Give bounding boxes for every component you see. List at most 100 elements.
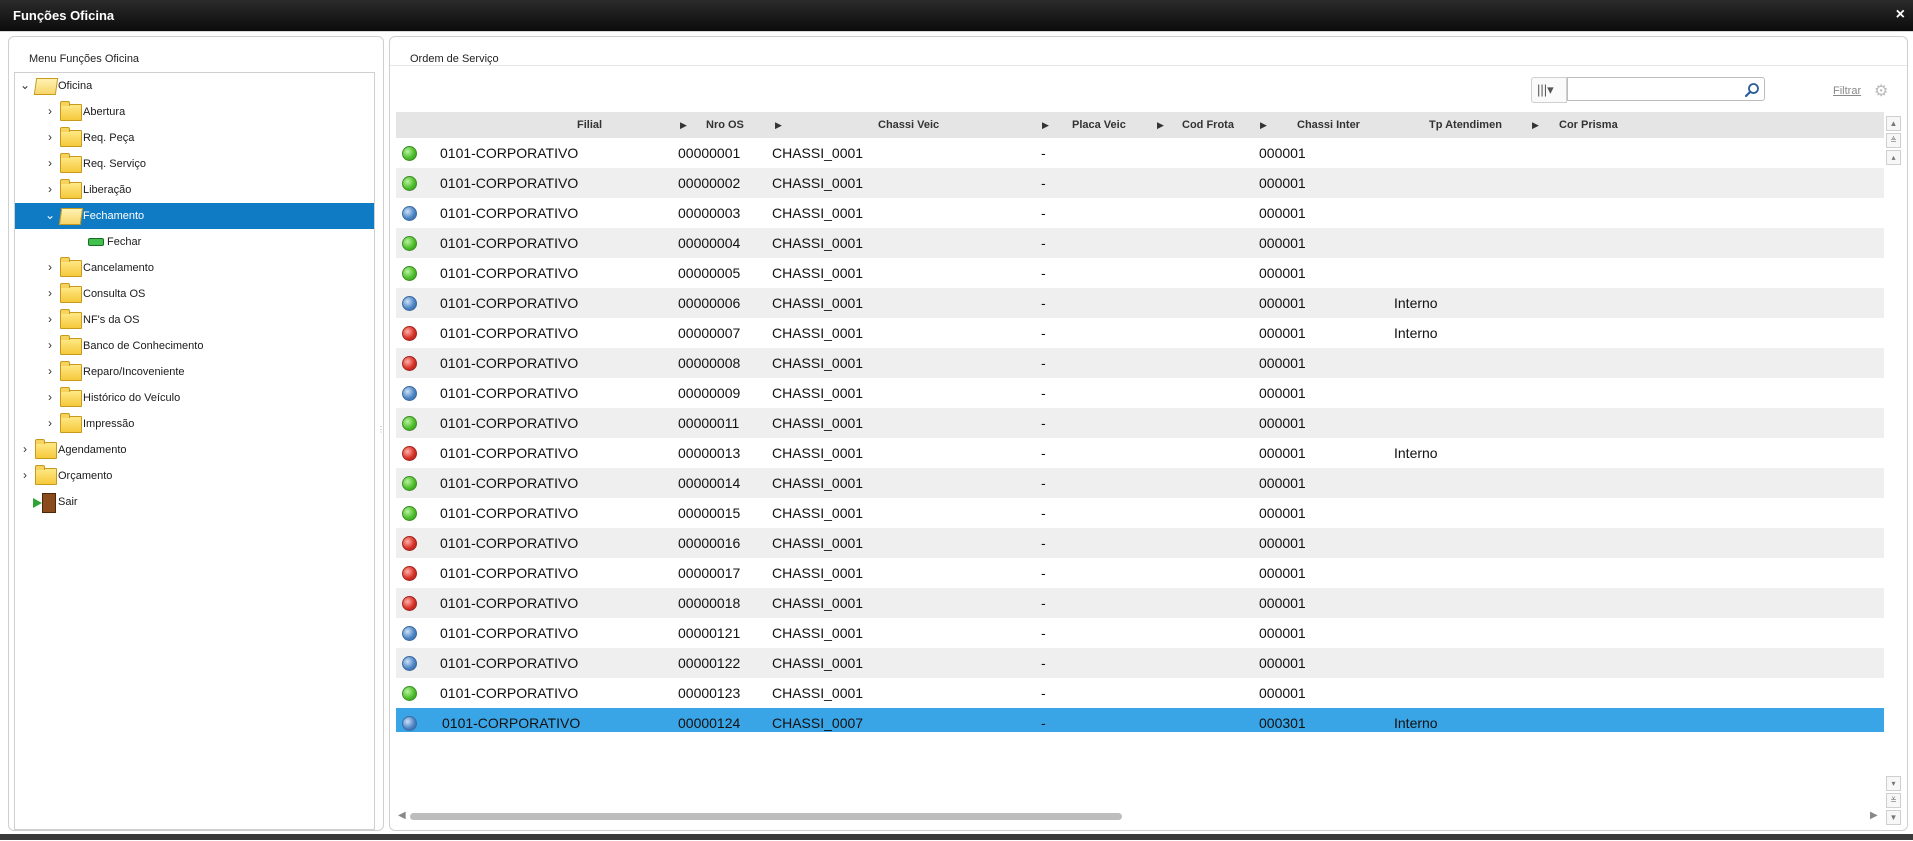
column-header-placa-veic[interactable]: Placa Veic <box>1072 119 1126 131</box>
cell-placa-veic: - <box>1041 715 1046 731</box>
tree-item-sair[interactable]: Sair <box>15 489 374 515</box>
tree-item-banco-de-conhecimento[interactable]: › Banco de Conhecimento <box>15 333 374 359</box>
column-arrow-icon[interactable]: ▶ <box>775 120 782 131</box>
column-picker-button[interactable]: |||▾ <box>1531 77 1567 103</box>
chevron-right-icon[interactable]: › <box>45 131 55 143</box>
tree-item-req-servi-o[interactable]: › Req. Serviço <box>15 151 374 177</box>
tree-item-hist-rico-do-ve-culo[interactable]: › Histórico do Veículo <box>15 385 374 411</box>
status-green-icon <box>402 266 417 281</box>
column-header-cod-frota[interactable]: Cod Frota <box>1182 119 1234 131</box>
column-header-chassi-inter[interactable]: Chassi Inter <box>1297 119 1360 131</box>
column-arrow-icon[interactable]: ▶ <box>1157 120 1164 131</box>
tree-item-reparo-incoveniente[interactable]: › Reparo/Incoveniente <box>15 359 374 385</box>
tree-item-req-pe-a[interactable]: › Req. Peça <box>15 125 374 151</box>
tree-item-cancelamento[interactable]: › Cancelamento <box>15 255 374 281</box>
gear-icon[interactable]: ⚙ <box>1874 81 1888 101</box>
cell-chassi-veic: CHASSI_0001 <box>772 505 864 521</box>
search-input[interactable] <box>1567 77 1765 101</box>
scroll-page-down-icon[interactable]: ≚ <box>1886 793 1901 808</box>
cell-placa-veic: - <box>1041 625 1046 641</box>
scroll-down-icon[interactable]: ▾ <box>1886 776 1901 791</box>
tree-item-abertura[interactable]: › Abertura <box>15 99 374 125</box>
scroll-bottom-icon[interactable]: ▼ <box>1886 810 1901 825</box>
column-arrow-icon[interactable]: ▶ <box>680 120 687 131</box>
vertical-scrollbar[interactable]: ▲ ≜ ▴ ▾ ≚ ▼ <box>1884 112 1902 828</box>
table-row[interactable]: 0101-CORPORATIVO 00000004 CHASSI_0001 - 0000… <box>396 228 1884 258</box>
column-header-tp-atendimen[interactable]: Tp Atendimen <box>1429 119 1502 131</box>
chevron-right-icon[interactable]: › <box>45 391 55 403</box>
chevron-right-icon[interactable]: › <box>45 313 55 325</box>
cell-tp-atendimen: Interno <box>1394 715 1438 731</box>
chevron-right-icon[interactable]: › <box>45 183 55 195</box>
horizontal-scroll-thumb[interactable] <box>410 813 1122 820</box>
table-row[interactable]: 0101-CORPORATIVO 00000014 CHASSI_0001 - 0000… <box>396 468 1884 498</box>
table-row[interactable]: 0101-CORPORATIVO 00000009 CHASSI_0001 - 0000… <box>396 378 1884 408</box>
tree-item-consulta-os[interactable]: › Consulta OS <box>15 281 374 307</box>
chevron-right-icon[interactable]: › <box>45 417 55 429</box>
tree-item-fechar[interactable]: Fechar <box>15 229 374 255</box>
splitter-handle[interactable]: ⋮ <box>377 425 385 435</box>
chevron-right-icon[interactable]: › <box>45 157 55 169</box>
tree-item-fechamento[interactable]: ⌄ Fechamento <box>15 203 374 229</box>
column-arrow-icon[interactable]: ▶ <box>1260 120 1267 131</box>
column-header-nro-os[interactable]: Nro OS <box>706 119 744 131</box>
column-arrow-icon[interactable]: ▶ <box>1532 120 1539 131</box>
table-row[interactable]: 0101-CORPORATIVO 00000017 CHASSI_0001 - 0000… <box>396 558 1884 588</box>
scroll-page-up-icon[interactable]: ≜ <box>1886 133 1901 148</box>
table-row[interactable]: 0101-CORPORATIVO 00000005 CHASSI_0001 - 0000… <box>396 258 1884 288</box>
chevron-right-icon[interactable]: › <box>45 339 55 351</box>
filter-link[interactable]: Filtrar <box>1833 85 1861 97</box>
chevron-right-icon[interactable]: › <box>45 105 55 117</box>
table-row[interactable]: 0101-CORPORATIVO 00000122 CHASSI_0001 - 0000… <box>396 648 1884 678</box>
table-row[interactable]: 0101-CORPORATIVO 00000124 CHASSI_0007 - 0003… <box>396 708 1884 732</box>
chevron-right-icon[interactable]: › <box>20 443 30 455</box>
chevron-right-icon[interactable]: › <box>45 287 55 299</box>
horizontal-scrollbar[interactable]: ◀ ▶ <box>396 809 1884 823</box>
close-icon[interactable]: × <box>1896 6 1905 24</box>
table-row[interactable]: 0101-CORPORATIVO 00000003 CHASSI_0001 - 0000… <box>396 198 1884 228</box>
tree-item-label: Agendamento <box>58 444 127 456</box>
table-row[interactable]: 0101-CORPORATIVO 00000013 CHASSI_0001 - 0000… <box>396 438 1884 468</box>
table-row[interactable]: 0101-CORPORATIVO 00000018 CHASSI_0001 - 0000… <box>396 588 1884 618</box>
tree-item-impress-o[interactable]: › Impressão <box>15 411 374 437</box>
tree-item-agendamento[interactable]: › Agendamento <box>15 437 374 463</box>
chevron-right-icon[interactable]: › <box>20 469 30 481</box>
chevron-down-icon[interactable]: ⌄ <box>45 209 55 221</box>
tree-item-label: Histórico do Veículo <box>83 392 181 404</box>
chevron-down-icon[interactable]: ⌄ <box>20 79 30 91</box>
grid-header: Filial ▶ Nro OS ▶ Chassi Veic ▶ Placa Ve… <box>396 112 1884 139</box>
chevron-right-icon[interactable]: › <box>45 365 55 377</box>
column-header-chassi-veic[interactable]: Chassi Veic <box>878 119 939 131</box>
search-icon[interactable] <box>1744 82 1760 98</box>
scroll-top-icon[interactable]: ▲ <box>1886 116 1901 131</box>
table-row[interactable]: 0101-CORPORATIVO 00000011 CHASSI_0001 - 0000… <box>396 408 1884 438</box>
cell-nro-os: 00000007 <box>678 325 741 341</box>
cell-nro-os: 00000013 <box>678 445 741 461</box>
table-row[interactable]: 0101-CORPORATIVO 00000016 CHASSI_0001 - 0000… <box>396 528 1884 558</box>
folder-icon <box>60 179 82 199</box>
column-header-filial[interactable]: Filial <box>577 119 602 131</box>
table-row[interactable]: 0101-CORPORATIVO 00000123 CHASSI_0001 - 0000… <box>396 678 1884 708</box>
scroll-right-icon[interactable]: ▶ <box>1870 810 1878 821</box>
table-row[interactable]: 0101-CORPORATIVO 00000008 CHASSI_0001 - 0000… <box>396 348 1884 378</box>
table-row[interactable]: 0101-CORPORATIVO 00000121 CHASSI_0001 - 0000… <box>396 618 1884 648</box>
cell-chassi-inter: 000001 <box>1259 565 1306 581</box>
tree-item-nf-s-da-os[interactable]: › NF's da OS <box>15 307 374 333</box>
table-row[interactable]: 0101-CORPORATIVO 00000015 CHASSI_0001 - 0000… <box>396 498 1884 528</box>
scroll-up-icon[interactable]: ▴ <box>1886 150 1901 165</box>
table-row[interactable]: 0101-CORPORATIVO 00000001 CHASSI_0001 - 0000… <box>396 138 1884 168</box>
scroll-left-icon[interactable]: ◀ <box>398 810 406 821</box>
cell-placa-veic: - <box>1041 415 1046 431</box>
tree-item-oficina[interactable]: ⌄ Oficina <box>15 73 374 99</box>
tree-item-libera-o[interactable]: › Liberação <box>15 177 374 203</box>
table-row[interactable]: 0101-CORPORATIVO 00000007 CHASSI_0001 - 0000… <box>396 318 1884 348</box>
folder-icon <box>60 361 82 381</box>
column-arrow-icon[interactable]: ▶ <box>1042 120 1049 131</box>
table-row[interactable]: 0101-CORPORATIVO 00000006 CHASSI_0001 - 0000… <box>396 288 1884 318</box>
table-row[interactable]: 0101-CORPORATIVO 00000002 CHASSI_0001 - 0000… <box>396 168 1884 198</box>
cell-chassi-veic: CHASSI_0001 <box>772 655 864 671</box>
tree-item-or-amento[interactable]: › Orçamento <box>15 463 374 489</box>
chevron-right-icon[interactable]: › <box>45 261 55 273</box>
column-header-cor-prisma[interactable]: Cor Prisma <box>1559 119 1618 131</box>
tree-item-label: Orçamento <box>58 470 113 482</box>
